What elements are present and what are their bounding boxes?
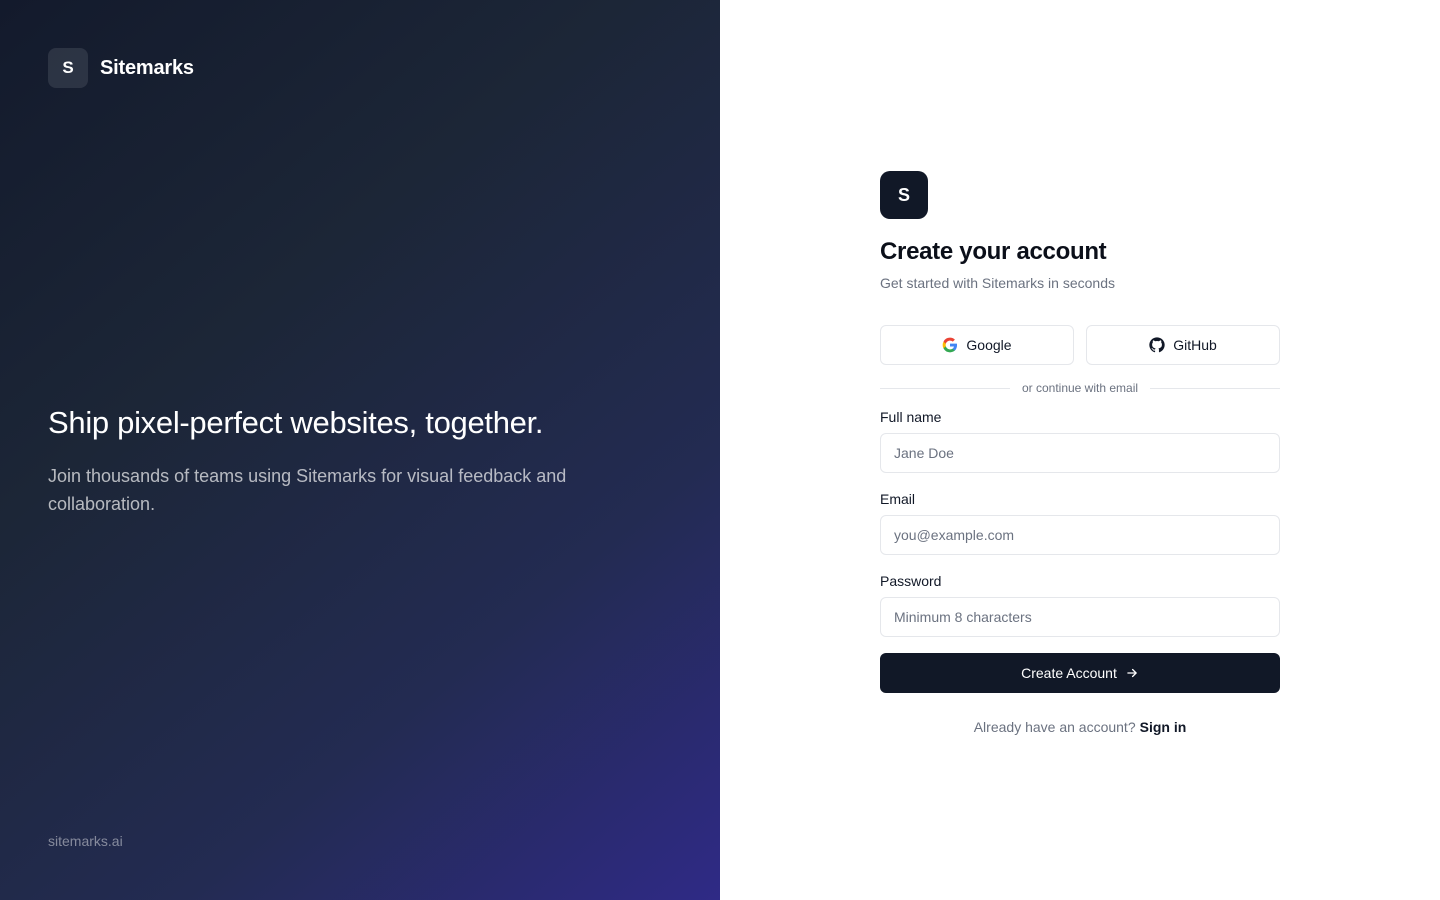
create-account-button[interactable]: Create Account: [880, 653, 1280, 693]
full-name-input[interactable]: [880, 433, 1280, 473]
marketing-panel: S Sitemarks Ship pixel-perfect websites,…: [0, 0, 720, 900]
form-title: Create your account: [880, 238, 1107, 265]
email-label: Email: [880, 491, 916, 507]
signup-panel: S Create your account Get started with S…: [720, 0, 1440, 900]
form-subtitle: Get started with Sitemarks in seconds: [880, 275, 1115, 291]
password-label: Password: [880, 573, 942, 589]
signin-link[interactable]: Sign in: [1140, 719, 1187, 735]
github-icon: [1149, 337, 1165, 353]
github-button-label: GitHub: [1173, 337, 1217, 353]
divider-line-right: [1150, 387, 1280, 389]
brand-logo: S: [48, 48, 88, 88]
full-name-field: Full name: [880, 407, 1280, 473]
password-field: Password: [880, 571, 1280, 637]
footer-url: sitemarks.ai: [48, 833, 123, 849]
email-input[interactable]: [880, 515, 1280, 555]
hero-headline: Ship pixel-perfect websites, together.: [48, 405, 544, 440]
arrow-right-icon: [1125, 666, 1139, 680]
oauth-buttons: Google GitHub: [880, 325, 1280, 365]
divider: or continue with email: [880, 381, 1280, 395]
divider-line-left: [880, 387, 1010, 389]
email-field: Email: [880, 489, 1280, 555]
google-icon: [942, 337, 958, 353]
full-name-label: Full name: [880, 409, 942, 425]
create-account-label: Create Account: [1021, 665, 1117, 681]
page: S Sitemarks Ship pixel-perfect websites,…: [0, 0, 1440, 900]
password-input[interactable]: [880, 597, 1280, 637]
divider-text: or continue with email: [1021, 381, 1139, 395]
google-signup-button[interactable]: Google: [880, 325, 1074, 365]
google-button-label: Google: [966, 337, 1012, 353]
hero: Ship pixel-perfect websites, together. J…: [48, 402, 648, 518]
hero-description: Join thousands of teams using Sitemarks …: [48, 466, 567, 514]
signin-prompt: Already have an account?: [973, 719, 1136, 735]
form-logo: S: [880, 171, 928, 219]
signup-form: S Create your account Get started with S…: [880, 171, 1280, 735]
brand-name: Sitemarks: [100, 56, 194, 79]
github-signup-button[interactable]: GitHub: [1086, 325, 1280, 365]
brand[interactable]: S Sitemarks: [48, 48, 194, 88]
signin-row: Already have an account? Sign in: [880, 719, 1280, 735]
